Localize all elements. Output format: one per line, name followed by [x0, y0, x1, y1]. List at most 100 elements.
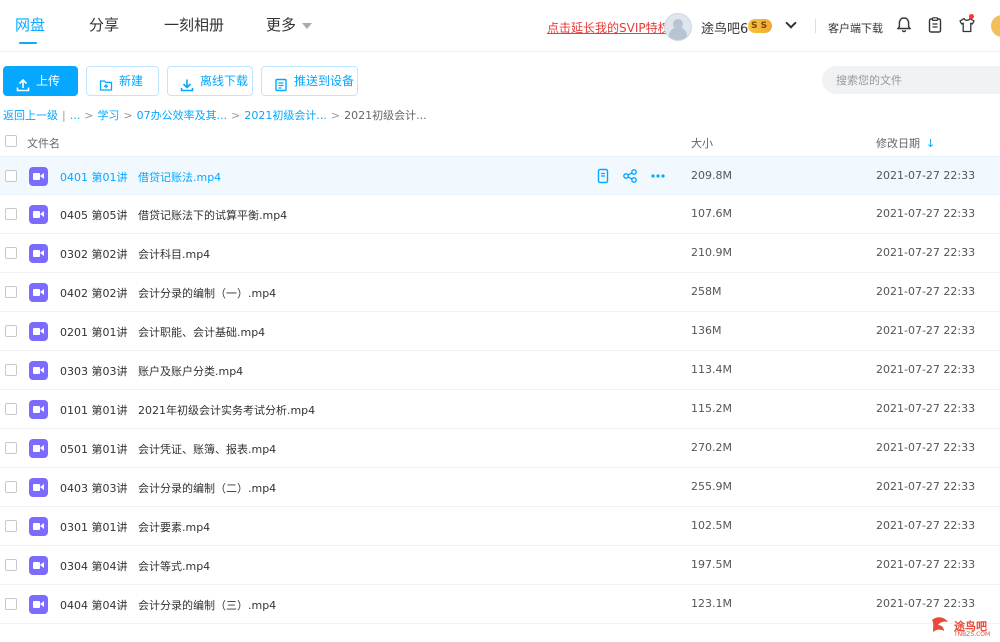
- video-file-icon: [29, 595, 48, 614]
- tshirt-icon[interactable]: [958, 16, 976, 34]
- svip-renew-link[interactable]: 点击延长我的SVIP特权: [547, 19, 670, 36]
- column-header-name[interactable]: 文件名: [27, 135, 60, 151]
- share-icon[interactable]: [622, 168, 638, 184]
- user-menu-chevron-icon[interactable]: [785, 17, 797, 29]
- file-date: 2021-07-27 22:33: [876, 597, 976, 610]
- table-row[interactable]: 0401 第01讲 借贷记账法.mp4 209.8M 2021-07-27 22:3…: [0, 156, 1000, 195]
- file-name[interactable]: 0303 第03讲 账户及账户分类.mp4: [60, 363, 243, 379]
- file-name[interactable]: 0404 第04讲 会计分录的编制（三）.mp4: [60, 597, 276, 613]
- new-folder-button[interactable]: 新建: [86, 66, 159, 96]
- table-row[interactable]: 0404 第04讲 会计分录的编制（三）.mp4 123.1M 2021-07-27…: [0, 585, 1000, 624]
- file-size: 136M: [691, 324, 722, 337]
- file-size: 197.5M: [691, 558, 732, 571]
- watermark-subtext: TNBZS.COM: [954, 631, 991, 638]
- file-name[interactable]: 0101 第01讲 2021年初级会计实务考试分析.mp4: [60, 402, 315, 418]
- file-name[interactable]: 0401 第01讲 借贷记账法.mp4: [60, 169, 221, 185]
- table-header: 文件名 大小 修改日期 ↓: [0, 128, 1000, 154]
- column-header-date[interactable]: 修改日期 ↓: [876, 135, 935, 151]
- top-nav: 网盘 分享 一刻相册 更多 点击延长我的SVIP特权 途鸟吧6 S S 客户端下…: [0, 0, 1000, 52]
- file-date: 2021-07-27 22:33: [876, 169, 976, 182]
- file-size: 270.2M: [691, 441, 732, 454]
- video-file-icon: [29, 205, 48, 224]
- row-checkbox[interactable]: [5, 403, 17, 415]
- upload-icon: [16, 74, 30, 92]
- tab-netdisk[interactable]: 网盘: [15, 14, 45, 35]
- select-all-checkbox[interactable]: [5, 135, 17, 147]
- file-name[interactable]: 0501 第01讲 会计凭证、账簿、报表.mp4: [60, 441, 276, 457]
- search-input[interactable]: [822, 66, 1000, 94]
- sort-down-arrow-icon: ↓: [926, 137, 936, 150]
- breadcrumb-back[interactable]: 返回上一级: [3, 109, 58, 122]
- file-date: 2021-07-27 22:33: [876, 285, 976, 298]
- video-file-icon: [29, 517, 48, 536]
- file-name[interactable]: 0403 第03讲 会计分录的编制（二）.mp4: [60, 480, 276, 496]
- offline-download-button[interactable]: 离线下载: [167, 66, 253, 96]
- notification-dot: [969, 14, 974, 19]
- breadcrumb-separator: >: [84, 109, 94, 122]
- row-checkbox[interactable]: [5, 325, 17, 337]
- more-options-icon[interactable]: [650, 168, 666, 184]
- tab-album[interactable]: 一刻相册: [164, 14, 224, 35]
- file-name[interactable]: 0301 第01讲 会计要素.mp4: [60, 519, 210, 535]
- push-to-device-button[interactable]: 推送到设备: [261, 66, 358, 96]
- table-row[interactable]: 0304 第04讲 会计等式.mp4 197.5M 2021-07-27 22:33: [0, 546, 1000, 585]
- table-row[interactable]: 0201 第01讲 会计职能、会计基础.mp4 136M 2021-07-27 22…: [0, 312, 1000, 351]
- file-name[interactable]: 0402 第02讲 会计分录的编制（一）.mp4: [60, 285, 276, 301]
- row-checkbox[interactable]: [5, 442, 17, 454]
- row-checkbox[interactable]: [5, 208, 17, 220]
- tab-share[interactable]: 分享: [89, 14, 119, 35]
- file-name[interactable]: 0302 第02讲 会计科目.mp4: [60, 246, 210, 262]
- row-checkbox[interactable]: [5, 170, 17, 182]
- file-date: 2021-07-27 22:33: [876, 402, 976, 415]
- svip-badge: S S: [748, 19, 773, 33]
- active-tab-indicator: [19, 42, 37, 44]
- row-checkbox[interactable]: [5, 520, 17, 532]
- upload-button[interactable]: 上传: [3, 66, 78, 96]
- row-checkbox[interactable]: [5, 481, 17, 493]
- file-date: 2021-07-27 22:33: [876, 519, 976, 532]
- file-name[interactable]: 0201 第01讲 会计职能、会计基础.mp4: [60, 324, 265, 340]
- column-header-date-label: 修改日期: [876, 137, 920, 150]
- row-checkbox[interactable]: [5, 247, 17, 259]
- file-name[interactable]: 0405 第05讲 借贷记账法下的试算平衡.mp4: [60, 207, 287, 223]
- breadcrumb-separator: >: [330, 109, 341, 122]
- file-name[interactable]: 0304 第04讲 会计等式.mp4: [60, 558, 210, 574]
- table-row[interactable]: 0301 第01讲 会计要素.mp4 102.5M 2021-07-27 22:33: [0, 507, 1000, 546]
- file-size: 210.9M: [691, 246, 732, 259]
- table-row[interactable]: 0405 第05讲 借贷记账法下的试算平衡.mp4 107.6M 2021-07-2…: [0, 195, 1000, 234]
- push-device-icon: [274, 74, 288, 92]
- breadcrumb-item[interactable]: 学习: [97, 109, 119, 122]
- breadcrumb-more[interactable]: ...: [70, 109, 81, 122]
- table-row[interactable]: 0302 第02讲 会计科目.mp4 210.9M 2021-07-27 22:33: [0, 234, 1000, 273]
- file-date: 2021-07-27 22:33: [876, 207, 976, 220]
- file-size: 107.6M: [691, 207, 732, 220]
- profile-avatar[interactable]: [991, 15, 1000, 37]
- breadcrumb-current: 2021初级会计...: [344, 109, 427, 122]
- table-row[interactable]: 0403 第03讲 会计分录的编制（二）.mp4 255.9M 2021-07-27…: [0, 468, 1000, 507]
- table-row[interactable]: 0501 第01讲 会计凭证、账簿、报表.mp4 270.2M 2021-07-27…: [0, 429, 1000, 468]
- video-file-icon: [29, 283, 48, 302]
- send-to-phone-icon[interactable]: [595, 168, 611, 184]
- clipboard-icon[interactable]: [926, 16, 944, 34]
- row-checkbox[interactable]: [5, 364, 17, 376]
- row-checkbox[interactable]: [5, 559, 17, 571]
- bell-icon[interactable]: [895, 16, 913, 34]
- row-checkbox[interactable]: [5, 286, 17, 298]
- tab-more[interactable]: 更多: [266, 14, 313, 35]
- client-download-link[interactable]: 客户端下载: [828, 20, 883, 36]
- table-row[interactable]: 0303 第03讲 账户及账户分类.mp4 113.4M 2021-07-27 22…: [0, 351, 1000, 390]
- video-file-icon: [29, 556, 48, 575]
- table-row[interactable]: 0101 第01讲 2021年初级会计实务考试分析.mp4 115.2M 2021-…: [0, 390, 1000, 429]
- breadcrumb-item[interactable]: 07办公效率及其...: [137, 109, 228, 122]
- breadcrumb-item[interactable]: 2021初级会计...: [244, 109, 326, 122]
- column-header-size[interactable]: 大小: [691, 135, 713, 151]
- file-date: 2021-07-27 22:33: [876, 480, 976, 493]
- video-file-icon: [29, 361, 48, 380]
- row-checkbox[interactable]: [5, 598, 17, 610]
- file-size: 258M: [691, 285, 722, 298]
- username[interactable]: 途鸟吧6: [701, 18, 748, 37]
- table-row[interactable]: 0402 第02讲 会计分录的编制（一）.mp4 258M 2021-07-27 2…: [0, 273, 1000, 312]
- video-file-icon: [29, 167, 48, 186]
- avatar[interactable]: [664, 13, 692, 41]
- file-size: 115.2M: [691, 402, 732, 415]
